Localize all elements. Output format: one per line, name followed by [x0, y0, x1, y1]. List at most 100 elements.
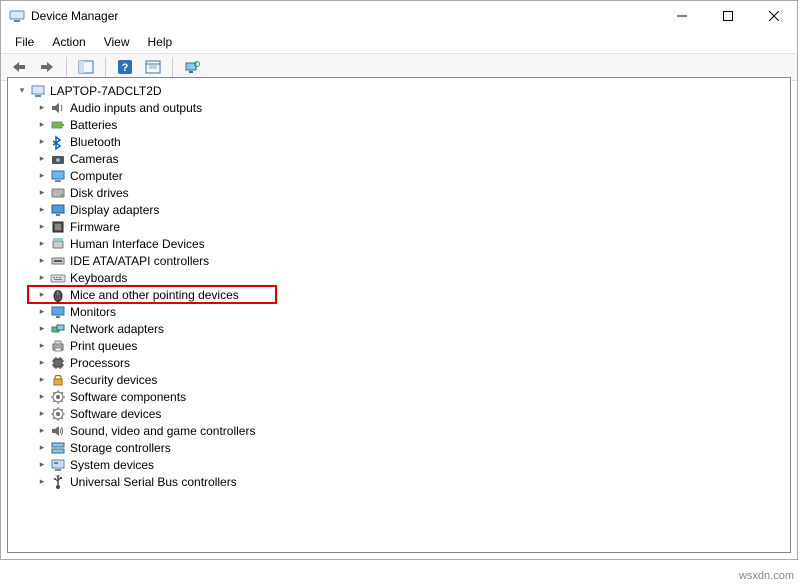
- monitor-icon: [50, 304, 66, 320]
- software-icon: [50, 406, 66, 422]
- device-category-label: IDE ATA/ATAPI controllers: [70, 254, 209, 268]
- printer-icon: [50, 338, 66, 354]
- device-category[interactable]: ▸Human Interface Devices: [12, 235, 790, 252]
- expand-icon[interactable]: ▸: [36, 408, 48, 420]
- expand-icon[interactable]: ▸: [36, 204, 48, 216]
- back-button[interactable]: [7, 56, 31, 78]
- device-category-label: Computer: [70, 169, 123, 183]
- expand-icon[interactable]: ▸: [36, 357, 48, 369]
- properties-button[interactable]: [141, 56, 165, 78]
- expand-icon[interactable]: ▸: [36, 442, 48, 454]
- device-category-label: Sound, video and game controllers: [70, 424, 255, 438]
- device-category[interactable]: ▸Processors: [12, 354, 790, 371]
- device-category-label: Audio inputs and outputs: [70, 101, 202, 115]
- expand-icon[interactable]: ▸: [36, 119, 48, 131]
- device-category[interactable]: ▸ IDE ATA/ATAPI controllers: [12, 252, 790, 269]
- device-category[interactable]: ▸ Audio inputs and outputs: [12, 99, 790, 116]
- window-title: Device Manager: [31, 9, 118, 23]
- device-category[interactable]: ▸ Storage controllers: [12, 439, 790, 456]
- device-category[interactable]: ▸ System devices: [12, 456, 790, 473]
- expand-icon[interactable]: ▸: [36, 323, 48, 335]
- forward-button[interactable]: [35, 56, 59, 78]
- device-category-label: Keyboards: [70, 271, 127, 285]
- system-icon: [50, 457, 66, 473]
- device-category[interactable]: ▸Display adapters: [12, 201, 790, 218]
- tree-root[interactable]: ▾ LAPTOP-7ADCLT2D: [12, 82, 790, 99]
- usb-icon: [50, 474, 66, 490]
- device-category[interactable]: ▸ Batteries: [12, 116, 790, 133]
- hid-icon: [50, 236, 66, 252]
- expand-icon[interactable]: ▸: [36, 136, 48, 148]
- device-category-label: Storage controllers: [70, 441, 171, 455]
- minimize-button[interactable]: [659, 1, 705, 31]
- menu-view[interactable]: View: [96, 33, 138, 51]
- scan-hardware-button[interactable]: [180, 56, 204, 78]
- expand-icon[interactable]: ▸: [36, 425, 48, 437]
- device-category-label: Batteries: [70, 118, 117, 132]
- device-tree-panel[interactable]: ▾LAPTOP-7ADCLT2D▸Audio inputs and output…: [7, 77, 791, 553]
- expand-icon[interactable]: ▸: [36, 272, 48, 284]
- device-category[interactable]: ▸ Universal Serial Bus controllers: [12, 473, 790, 490]
- mouse-icon: [50, 287, 66, 303]
- expand-icon[interactable]: ▸: [36, 374, 48, 386]
- bluetooth-icon: [50, 134, 66, 150]
- maximize-button[interactable]: [705, 1, 751, 31]
- expand-icon[interactable]: ▸: [36, 153, 48, 165]
- device-category[interactable]: ▸ Security devices: [12, 371, 790, 388]
- menu-file[interactable]: File: [7, 33, 42, 51]
- menu-action[interactable]: Action: [44, 33, 93, 51]
- device-category[interactable]: ▸ Bluetooth: [12, 133, 790, 150]
- menubar: File Action View Help: [1, 31, 797, 53]
- device-category-label: Network adapters: [70, 322, 164, 336]
- menu-help[interactable]: Help: [140, 33, 181, 51]
- expand-icon[interactable]: ▸: [36, 289, 48, 301]
- device-category[interactable]: ▸Monitors: [12, 303, 790, 320]
- close-button[interactable]: [751, 1, 797, 31]
- device-category-label: System devices: [70, 458, 154, 472]
- device-category[interactable]: ▸Cameras: [12, 150, 790, 167]
- sound-icon: [50, 423, 66, 439]
- expand-icon[interactable]: ▸: [36, 255, 48, 267]
- audio-icon: [50, 100, 66, 116]
- battery-icon: [50, 117, 66, 133]
- device-category[interactable]: ▸Software components: [12, 388, 790, 405]
- device-category[interactable]: ▸ Print queues: [12, 337, 790, 354]
- window-controls: [659, 1, 797, 31]
- device-category[interactable]: ▸Firmware: [12, 218, 790, 235]
- device-tree: ▾LAPTOP-7ADCLT2D▸Audio inputs and output…: [8, 78, 790, 494]
- collapse-icon[interactable]: ▾: [16, 85, 28, 97]
- svg-text:?: ?: [122, 62, 129, 74]
- device-category-label: Universal Serial Bus controllers: [70, 475, 237, 489]
- device-category[interactable]: ▸ Keyboards: [12, 269, 790, 286]
- toolbar-separator: [172, 57, 173, 77]
- network-icon: [50, 321, 66, 337]
- device-category-label: Bluetooth: [70, 135, 121, 149]
- help-button[interactable]: ?: [113, 56, 137, 78]
- expand-icon[interactable]: ▸: [36, 238, 48, 250]
- device-category[interactable]: ▸Disk drives: [12, 184, 790, 201]
- expand-icon[interactable]: ▸: [36, 391, 48, 403]
- device-category[interactable]: ▸ Network adapters: [12, 320, 790, 337]
- expand-icon[interactable]: ▸: [36, 459, 48, 471]
- app-icon: [9, 8, 25, 24]
- expand-icon[interactable]: ▸: [36, 102, 48, 114]
- root-label: LAPTOP-7ADCLT2D: [50, 84, 162, 98]
- expand-icon[interactable]: ▸: [36, 187, 48, 199]
- computer-icon: [30, 83, 46, 99]
- device-category[interactable]: ▸ Sound, video and game controllers: [12, 422, 790, 439]
- expand-icon[interactable]: ▸: [36, 476, 48, 488]
- titlebar-left: Device Manager: [9, 8, 118, 24]
- show-hide-tree-button[interactable]: [74, 56, 98, 78]
- expand-icon[interactable]: ▸: [36, 221, 48, 233]
- device-category-label: Security devices: [70, 373, 157, 387]
- expand-icon[interactable]: ▸: [36, 170, 48, 182]
- expand-icon[interactable]: ▸: [36, 306, 48, 318]
- device-category[interactable]: ▸ Computer: [12, 167, 790, 184]
- expand-icon[interactable]: ▸: [36, 340, 48, 352]
- device-category[interactable]: ▸Mice and other pointing devices: [12, 286, 790, 303]
- device-category[interactable]: ▸Software devices: [12, 405, 790, 422]
- toolbar-separator: [66, 57, 67, 77]
- display-icon: [50, 202, 66, 218]
- device-category-label: Print queues: [70, 339, 137, 353]
- firmware-icon: [50, 219, 66, 235]
